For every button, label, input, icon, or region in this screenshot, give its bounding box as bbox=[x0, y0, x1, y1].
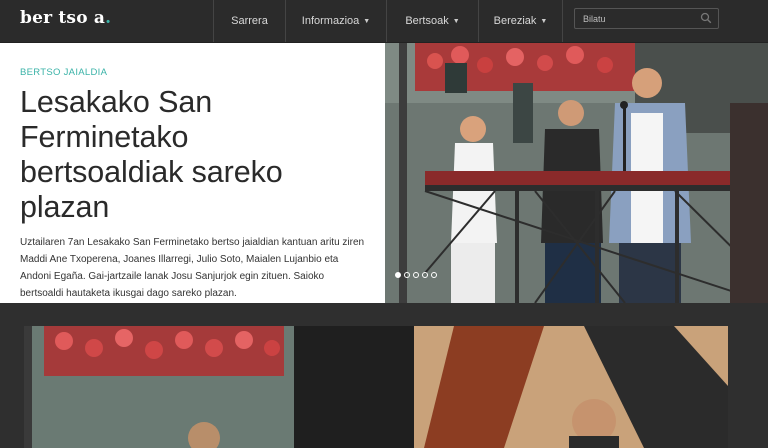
secondary-photo-illustration bbox=[24, 326, 728, 448]
hero-photo[interactable] bbox=[385, 43, 768, 303]
article-category[interactable]: BERTSO JAIALDIA bbox=[20, 67, 107, 78]
slider-dot[interactable] bbox=[404, 272, 410, 278]
slider-dot[interactable] bbox=[422, 272, 428, 278]
nav-item-bertsoak[interactable]: Bertsoak ▼ bbox=[386, 0, 478, 42]
slider-indicators bbox=[395, 272, 437, 278]
caret-down-icon: ▼ bbox=[452, 17, 460, 25]
hero-photo-illustration bbox=[385, 43, 768, 303]
logo-dot: . bbox=[105, 8, 112, 28]
caret-down-icon: ▼ bbox=[540, 17, 548, 25]
nav-item-bereziak[interactable]: Bereziak ▼ bbox=[478, 0, 563, 42]
top-navbar: ber tso a. Sarrera Informazioa ▼ Bertsoak… bbox=[0, 0, 768, 43]
nav-item-informazioa[interactable]: Informazioa ▼ bbox=[285, 0, 386, 42]
slider-dot[interactable] bbox=[413, 272, 419, 278]
site-logo[interactable]: ber tso a. bbox=[20, 8, 111, 28]
nav-label: Informazioa bbox=[301, 15, 360, 27]
article-title[interactable]: Lesakako San Ferminetako bertsoaldiak sa… bbox=[20, 85, 350, 225]
search-input[interactable] bbox=[575, 9, 700, 28]
search-icon[interactable] bbox=[700, 12, 712, 24]
nav-label: Sarrera bbox=[231, 15, 268, 27]
nav-item-sarrera[interactable]: Sarrera bbox=[213, 0, 285, 42]
logo-text: ber tso a bbox=[20, 8, 106, 28]
search-box bbox=[574, 8, 719, 29]
slider-dot[interactable] bbox=[395, 272, 401, 278]
slider-dot[interactable] bbox=[431, 272, 437, 278]
nav-label: Bereziak bbox=[493, 15, 537, 27]
nav-label: Bertsoak bbox=[405, 15, 449, 27]
featured-article[interactable]: BERTSO JAIALDIA Lesakako San Ferminetako… bbox=[0, 43, 385, 303]
caret-down-icon: ▼ bbox=[363, 17, 371, 25]
article-summary: Uztailaren 7an Lesakako San Ferminetako … bbox=[20, 237, 365, 299]
secondary-photo[interactable] bbox=[24, 326, 728, 448]
main-nav: Sarrera Informazioa ▼ Bertsoak ▼ Bereziak ▼ bbox=[213, 0, 563, 42]
